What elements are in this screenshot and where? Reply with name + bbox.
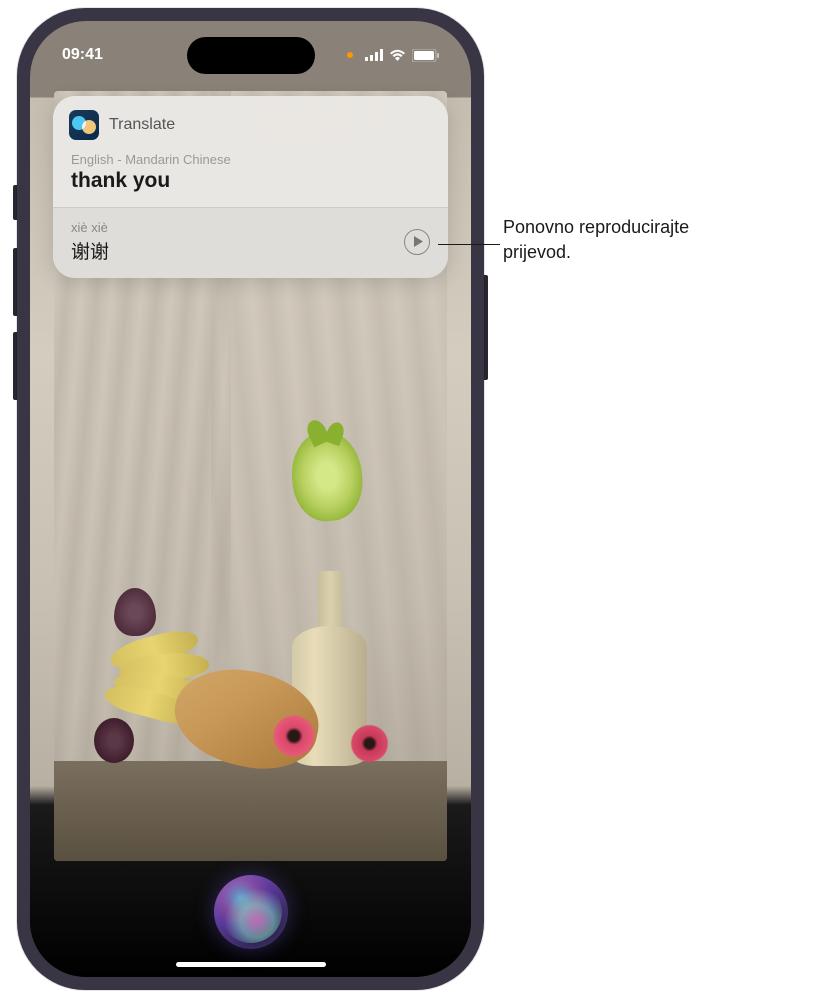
card-header: Translate	[53, 96, 448, 150]
play-icon	[412, 235, 423, 250]
callout-line-1: Ponovno reproducirajte	[503, 217, 689, 237]
battery-icon	[412, 49, 439, 62]
card-app-title: Translate	[109, 116, 175, 134]
callout-line-2: prijevod.	[503, 242, 571, 262]
phone-frame: 09:41	[17, 8, 484, 990]
wifi-icon	[389, 49, 406, 61]
translated-text: 谢谢	[71, 237, 404, 264]
phone-screen: 09:41	[30, 21, 471, 977]
target-language-section: xiè xiè 谢谢	[53, 207, 448, 278]
status-time: 09:41	[62, 46, 103, 64]
siri-translate-card[interactable]: Translate English - Mandarin Chinese tha…	[53, 96, 448, 278]
siri-orb[interactable]	[214, 875, 288, 949]
home-indicator[interactable]	[176, 962, 326, 967]
status-icons-group	[347, 49, 439, 62]
power-button	[484, 275, 488, 380]
source-language-section: English - Mandarin Chinese thank you	[53, 150, 448, 207]
callout-leader-line	[438, 244, 500, 245]
play-translation-button[interactable]	[404, 229, 430, 255]
mic-indicator-dot	[347, 52, 353, 58]
translate-app-icon	[69, 110, 99, 140]
dynamic-island	[187, 37, 315, 74]
cellular-signal-icon	[365, 49, 383, 61]
language-pair-label: English - Mandarin Chinese	[71, 152, 430, 167]
pinyin-text: xiè xiè	[71, 220, 404, 235]
callout-annotation: Ponovno reproducirajte prijevod.	[503, 215, 689, 265]
source-text: thank you	[71, 169, 430, 193]
